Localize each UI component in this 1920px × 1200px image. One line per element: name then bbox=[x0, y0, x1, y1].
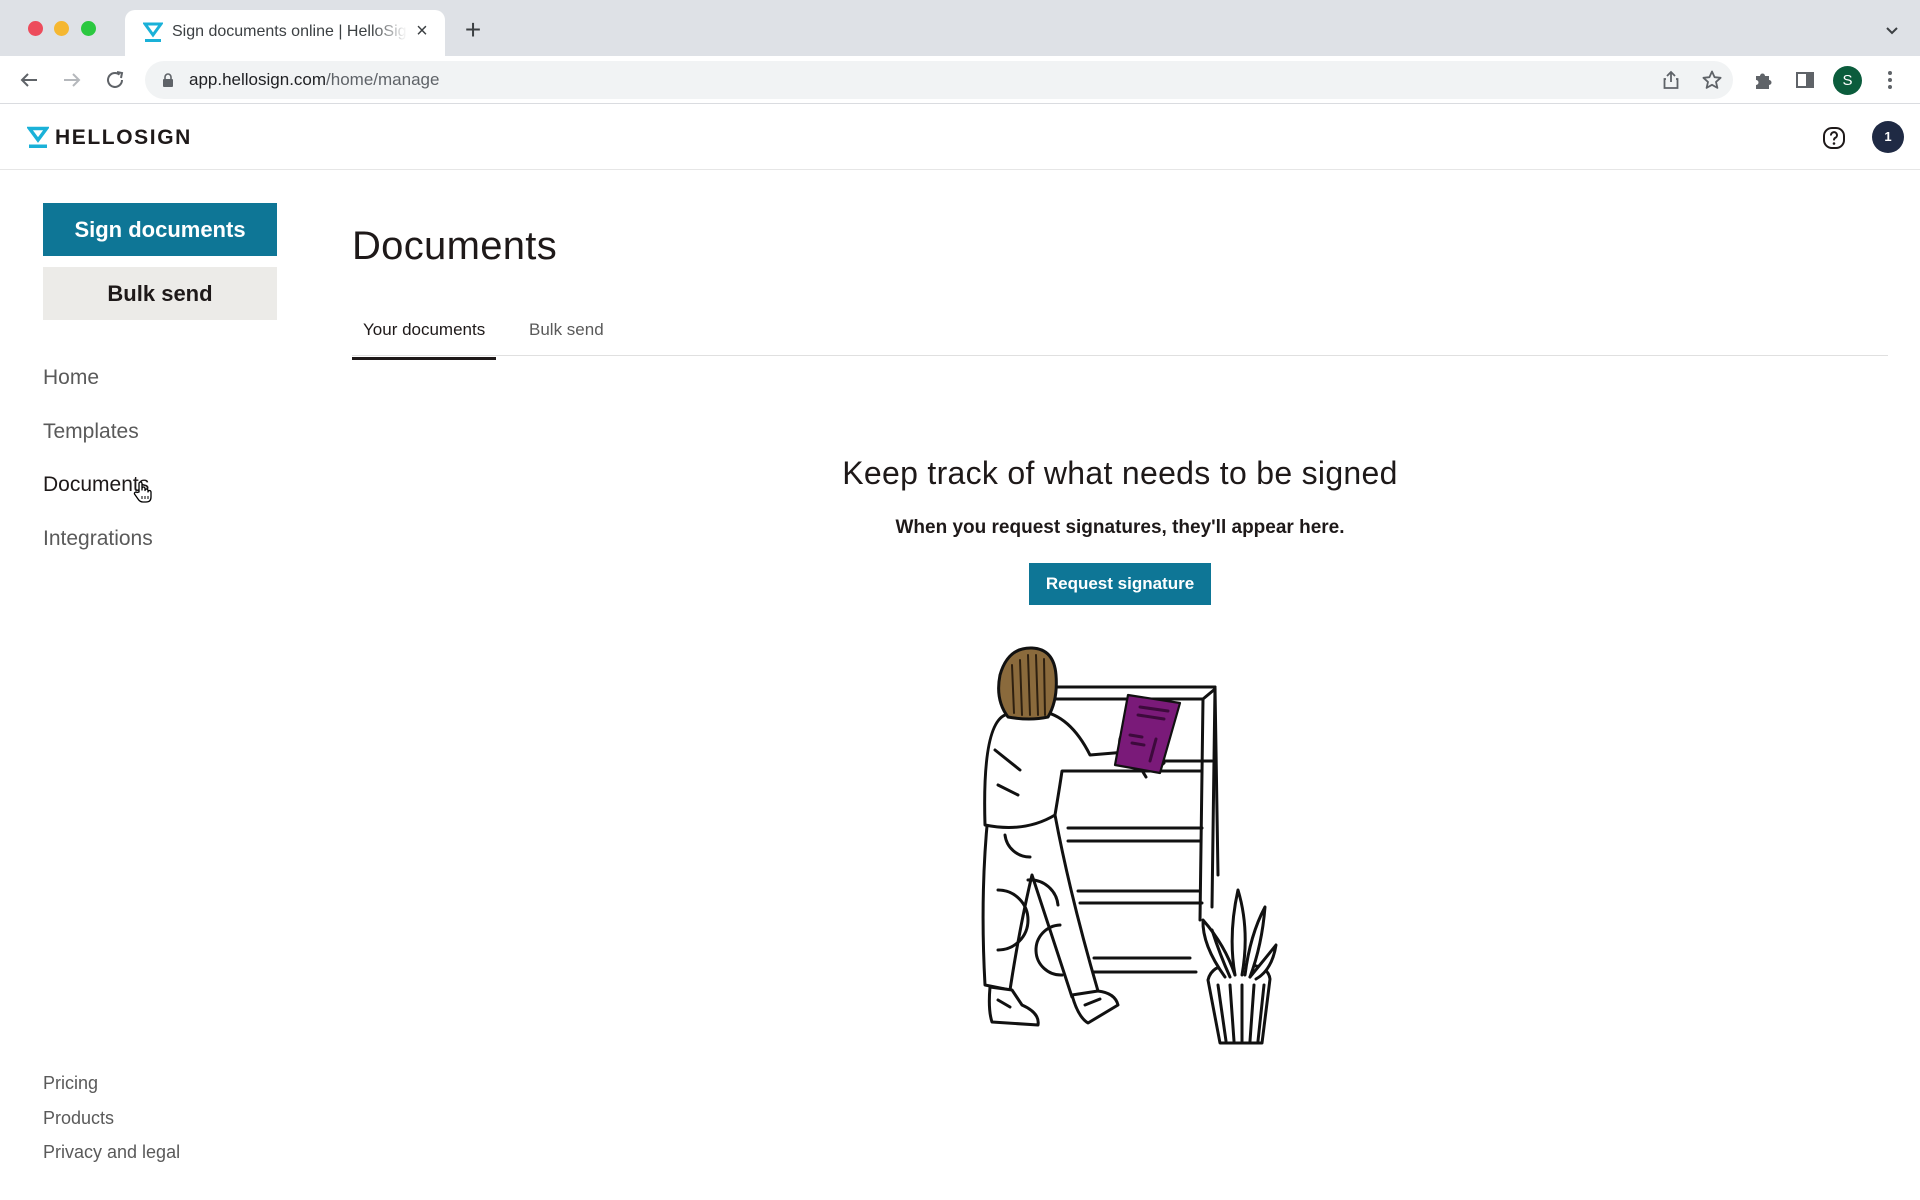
extensions-button[interactable] bbox=[1749, 66, 1777, 94]
sidebar-item-home[interactable]: Home bbox=[43, 366, 99, 390]
close-tab-icon[interactable]: × bbox=[411, 20, 433, 42]
footer-link-pricing[interactable]: Pricing bbox=[43, 1073, 98, 1094]
page-title: Documents bbox=[352, 224, 558, 268]
tab-bulk-send[interactable]: Bulk send bbox=[519, 320, 614, 356]
app-header: HELLOSIGN 1 bbox=[0, 105, 1920, 170]
reload-icon bbox=[107, 71, 124, 88]
arrow-left-icon bbox=[20, 73, 37, 87]
sidebar-item-templates[interactable]: Templates bbox=[43, 420, 139, 444]
lock-icon bbox=[163, 73, 173, 87]
hellosign-logo[interactable]: HELLOSIGN bbox=[27, 126, 192, 150]
hellosign-favicon-icon bbox=[143, 22, 163, 42]
request-signature-button[interactable]: Request signature bbox=[1029, 563, 1211, 605]
url-path: /home/manage bbox=[326, 70, 440, 89]
browser-tab-title: Sign documents online | HelloSign bbox=[172, 23, 407, 40]
browser-tab-active[interactable]: Sign documents online | HelloSign × bbox=[125, 10, 445, 56]
window-zoom-button[interactable] bbox=[81, 21, 96, 36]
hellosign-logo-icon bbox=[27, 126, 49, 148]
forward-button[interactable] bbox=[58, 66, 86, 94]
potted-plant-drawing bbox=[1201, 888, 1278, 1045]
side-panel-button[interactable] bbox=[1791, 66, 1819, 94]
person-drawing bbox=[981, 646, 1182, 1027]
empty-state-subtext: When you request signatures, they'll app… bbox=[895, 517, 1345, 538]
kebab-menu-icon bbox=[1888, 71, 1892, 89]
reload-button[interactable] bbox=[101, 66, 129, 94]
empty-state-illustration bbox=[981, 646, 1278, 1045]
logo-text: HELLOSIGN bbox=[55, 126, 192, 149]
sidebar-item-integrations[interactable]: Integrations bbox=[43, 527, 153, 551]
arrow-right-icon bbox=[64, 73, 81, 87]
empty-state-heading: Keep track of what needs to be signed bbox=[842, 455, 1398, 491]
window-close-button[interactable] bbox=[28, 21, 43, 36]
browser-profile-avatar[interactable]: S bbox=[1833, 66, 1862, 95]
sign-documents-button[interactable]: Sign documents bbox=[43, 203, 277, 256]
account-avatar[interactable]: 1 bbox=[1872, 121, 1904, 153]
browser-menu-button[interactable] bbox=[1876, 66, 1904, 94]
puzzle-icon bbox=[1756, 73, 1772, 89]
window-minimize-button[interactable] bbox=[54, 21, 69, 36]
address-bar[interactable]: app.hellosign.com/home/manage bbox=[145, 61, 1733, 99]
bulk-send-button[interactable]: Bulk send bbox=[43, 267, 277, 320]
tab-your-documents[interactable]: Your documents bbox=[352, 320, 497, 360]
sidebar-item-documents[interactable]: Documents bbox=[43, 473, 149, 497]
share-icon[interactable] bbox=[1661, 70, 1681, 90]
chevron-down-icon[interactable] bbox=[1884, 22, 1900, 38]
new-tab-button[interactable]: + bbox=[460, 16, 486, 44]
browser-tab-strip: Sign documents online | HelloSign × + bbox=[0, 0, 1920, 56]
url-text: app.hellosign.com/home/manage bbox=[189, 70, 439, 90]
back-button[interactable] bbox=[15, 66, 43, 94]
url-domain: app.hellosign.com bbox=[189, 70, 327, 89]
side-panel-icon bbox=[1796, 72, 1814, 88]
browser-toolbar: app.hellosign.com/home/manage S bbox=[0, 56, 1920, 104]
footer-link-privacy-legal[interactable]: Privacy and legal bbox=[43, 1142, 180, 1163]
bookmark-star-icon[interactable] bbox=[1701, 69, 1723, 91]
help-icon[interactable] bbox=[1820, 124, 1848, 152]
footer-link-products[interactable]: Products bbox=[43, 1108, 114, 1129]
document-tabs: Your documents Bulk send bbox=[352, 316, 1888, 360]
